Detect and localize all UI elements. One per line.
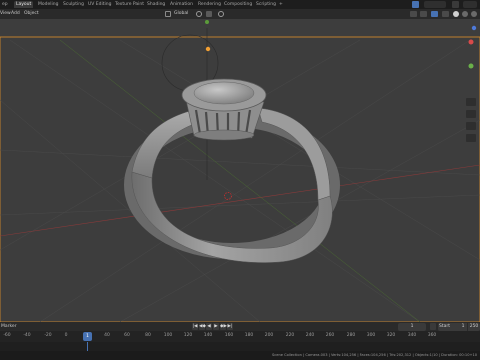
status-bar: Scene Collection | Camera.003 | Verts:10… — [0, 351, 480, 360]
camera-view-icon[interactable] — [466, 122, 476, 130]
proportional-edit-icon[interactable] — [206, 11, 212, 17]
tick-label: 340 — [407, 333, 417, 338]
tick-label: 300 — [366, 333, 376, 338]
gizmo-axis-icon[interactable] — [468, 39, 474, 45]
tab-texture-paint[interactable]: Texture Paint — [113, 1, 146, 8]
3d-viewport[interactable] — [0, 19, 480, 322]
app-menu[interactable]: ep — [0, 1, 10, 8]
perspective-toggle-icon[interactable] — [466, 134, 476, 142]
start-label[interactable]: Start — [438, 322, 459, 331]
tick-label: 40 — [104, 333, 110, 338]
tab-scripting[interactable]: Scripting — [254, 1, 278, 8]
menu-object[interactable]: Object — [24, 10, 39, 18]
preview-range-icon[interactable] — [430, 323, 436, 330]
scene-field[interactable] — [424, 1, 446, 8]
tab-animation[interactable]: Animation — [168, 1, 195, 8]
orientation-dropdown[interactable]: Global — [174, 10, 188, 18]
scene-icon[interactable] — [412, 1, 419, 8]
timeline-scale[interactable]: -60 -40 -20 0 20 40 60 80 100 120 140 16… — [0, 331, 480, 342]
overlay-icon[interactable] — [431, 11, 438, 17]
menu-view[interactable]: View — [0, 10, 11, 18]
xray-icon[interactable] — [442, 11, 449, 17]
tab-modeling[interactable]: Modeling — [36, 1, 60, 8]
tick-label: 220 — [285, 333, 295, 338]
gizmo-y-icon[interactable] — [468, 63, 474, 69]
ring-shank-right[interactable] — [257, 107, 331, 201]
status-text: Scene Collection | Camera.003 | Verts:10… — [272, 353, 478, 357]
playhead-line — [87, 342, 88, 351]
timeline-header: Marker |◀ ◀◆ ◀ ▶ ◆▶ ▶| 1 Start 1 250 — [0, 322, 480, 331]
tick-label: -20 — [44, 333, 52, 338]
jump-end-button[interactable]: ▶| — [227, 323, 233, 330]
play-reverse-button[interactable]: ◀ — [206, 323, 212, 330]
next-keyframe-button[interactable]: ◆▶ — [220, 323, 227, 330]
gem-stone[interactable] — [193, 81, 255, 105]
menu-add[interactable]: Add — [11, 10, 20, 18]
play-icon[interactable]: ▶ — [213, 323, 219, 330]
falloff-icon[interactable] — [218, 11, 224, 17]
snap-icon[interactable] — [196, 11, 202, 17]
tick-label: 140 — [203, 333, 213, 338]
timeline-body[interactable] — [0, 342, 480, 351]
end-frame-field[interactable]: 250 — [468, 322, 480, 331]
workspace-bar: ep Layout Modeling Sculpting UV Editing … — [0, 0, 480, 9]
view-layer-icon[interactable] — [452, 1, 459, 8]
view-icon[interactable] — [420, 11, 427, 17]
light-origin-icon[interactable] — [205, 20, 209, 24]
ring-band-front[interactable] — [131, 171, 333, 263]
gizmo-z-icon[interactable] — [471, 25, 477, 31]
tick-label: 120 — [183, 333, 193, 338]
start-frame-field[interactable]: 1 — [459, 322, 467, 331]
tab-sculpting[interactable]: Sculpting — [61, 1, 86, 8]
current-frame-field[interactable]: 1 — [398, 322, 426, 331]
object-origin-icon — [205, 46, 211, 52]
viewport-scene — [0, 20, 480, 322]
tick-label: 360 — [427, 333, 437, 338]
filter-icon[interactable] — [410, 11, 417, 17]
jump-start-button[interactable]: |◀ — [192, 323, 198, 330]
tab-layout[interactable]: Layout — [14, 1, 34, 8]
tick-label: 280 — [346, 333, 356, 338]
tick-label: 100 — [163, 333, 173, 338]
tab-compositing[interactable]: Compositing — [222, 1, 254, 8]
tick-label: 160 — [224, 333, 234, 338]
tick-label: 180 — [244, 333, 254, 338]
tick-label: 60 — [124, 333, 130, 338]
x-axis-line — [0, 164, 480, 237]
viewport-header: View Add Object Global — [0, 9, 480, 19]
tab-rendering[interactable]: Rendering — [196, 1, 223, 8]
marker-menu[interactable]: Marker — [1, 322, 17, 331]
bezel-base — [193, 129, 255, 141]
playhead-frame[interactable]: 1 — [83, 332, 92, 341]
shading-solid-icon[interactable] — [453, 11, 459, 17]
shading-material-icon[interactable] — [462, 11, 468, 17]
tick-label: 80 — [145, 333, 151, 338]
tick-label: 0 — [64, 333, 68, 338]
transform-pivot-icon[interactable] — [165, 11, 171, 17]
tick-label: 200 — [264, 333, 274, 338]
add-workspace-button[interactable]: + — [277, 1, 285, 8]
zoom-icon[interactable] — [466, 98, 476, 106]
pan-icon[interactable] — [466, 110, 476, 118]
tick-label: 320 — [386, 333, 396, 338]
view-layer-field[interactable] — [463, 1, 477, 8]
shading-rendered-icon[interactable] — [471, 11, 477, 17]
tab-uv-editing[interactable]: UV Editing — [86, 1, 113, 8]
tick-label: 240 — [305, 333, 315, 338]
tick-label: -60 — [3, 333, 11, 338]
tab-shading[interactable]: Shading — [145, 1, 167, 8]
tick-label: -40 — [23, 333, 31, 338]
tick-label: 260 — [325, 333, 335, 338]
prev-keyframe-button[interactable]: ◀◆ — [199, 323, 206, 330]
